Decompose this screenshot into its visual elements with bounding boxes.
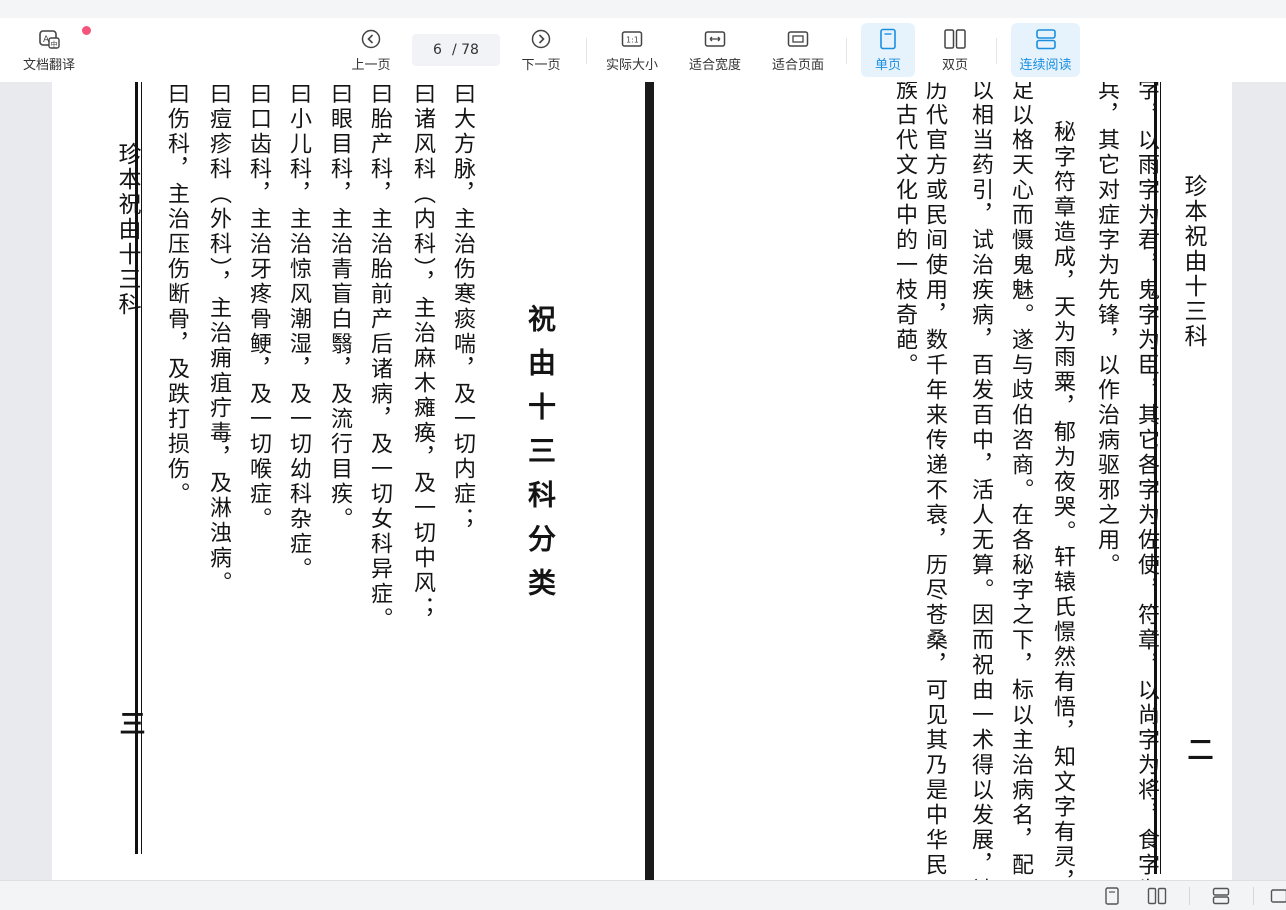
text-column: 秘字符章造成，天为雨粟，郁为夜哭。轩辕氏憬然有悟，知文字有灵， bbox=[1050, 120, 1075, 880]
fit-width-button[interactable]: 适合宽度 bbox=[681, 18, 749, 82]
next-page-button[interactable]: 下一页 bbox=[514, 18, 568, 82]
page-number: 二 bbox=[1183, 736, 1213, 762]
text-column: 曰眼目科，主治青盲白翳，及流行目疾。 bbox=[327, 82, 352, 532]
page-header: 珍本祝由十三科 bbox=[114, 142, 140, 317]
double-page-icon bbox=[943, 28, 967, 50]
double-page-button[interactable]: 双页 bbox=[928, 18, 982, 82]
left-page: 珍本祝由十三科 三 曰伤科，主治压伤断骨，及跌打损伤。 曰痘疹科（外科），主治痈… bbox=[52, 82, 648, 880]
book-gutter bbox=[645, 82, 654, 880]
continuous-icon[interactable] bbox=[1210, 885, 1232, 907]
text-column: 族古代文化中的一枝奇葩。 bbox=[892, 82, 917, 378]
svg-text:1:1: 1:1 bbox=[626, 35, 639, 44]
text-column: 曰伤科，主治压伤断骨，及跌打损伤。 bbox=[164, 82, 189, 507]
toolbar-divider bbox=[996, 38, 997, 64]
text-column: 曰小儿科，主治惊风潮湿，及一切幼科杂症。 bbox=[286, 82, 311, 582]
status-bar bbox=[0, 880, 1286, 910]
toolbar-divider bbox=[846, 38, 847, 64]
single-page-label: 单页 bbox=[874, 57, 901, 73]
svg-text:中: 中 bbox=[51, 39, 58, 48]
status-divider bbox=[1189, 887, 1190, 905]
prev-page-button[interactable]: 上一页 bbox=[344, 18, 398, 82]
fit-icon[interactable] bbox=[1268, 885, 1286, 907]
document-viewer[interactable]: 珍本祝由十三科 三 曰伤科，主治压伤断骨，及跌打损伤。 曰痘疹科（外科），主治痈… bbox=[0, 82, 1286, 880]
continuous-read-label: 连续阅读 bbox=[1019, 57, 1072, 73]
single-page-button[interactable]: 单页 bbox=[861, 23, 915, 77]
page-rule bbox=[141, 82, 142, 854]
text-column: 曰痘疹科（外科），主治痈疽疔毒，及淋浊病。 bbox=[206, 82, 231, 596]
text-column: 字，以雨字为君，鬼字为臣，其它各字为佐使，符章，以尚字为将，食字为 bbox=[1134, 82, 1159, 880]
status-divider bbox=[1253, 887, 1254, 905]
text-column: 曰胎产科，主治胎前产后诸病，及一切女科异症。 bbox=[367, 82, 392, 632]
current-page-input[interactable]: 6 bbox=[433, 42, 442, 58]
right-page: 族古代文化中的一枝奇葩。 历代官方或民间使用，数千年来传递不衰，历尽苍桑，可见其… bbox=[654, 82, 1232, 880]
single-page-icon[interactable] bbox=[1101, 885, 1123, 907]
page-number: 三 bbox=[115, 710, 145, 736]
translate-icon: A中 bbox=[38, 28, 60, 50]
text-column: 足以格天心而慑鬼魅。遂与歧伯咨商。在各秘字之下，标以主治病名，配 bbox=[1008, 82, 1033, 878]
chevron-left-circle-icon bbox=[361, 28, 381, 50]
page-header: 珍本祝由十三科 bbox=[1180, 174, 1206, 349]
prev-page-label: 上一页 bbox=[351, 57, 391, 73]
toolbar-divider bbox=[586, 38, 587, 64]
text-column: 以相当药引，试治疾病，百发百中，活人无算。因而祝由一术得以发展，被 bbox=[968, 82, 993, 880]
title-strip bbox=[0, 0, 1286, 18]
page-rule bbox=[1160, 82, 1161, 874]
actual-size-icon: 1:1 bbox=[621, 28, 643, 50]
text-column: 曰口齿科，主治牙疼骨鲠，及一切喉症。 bbox=[246, 82, 271, 532]
single-page-icon bbox=[879, 28, 897, 50]
page-number-box[interactable]: 6 / 78 bbox=[412, 34, 500, 66]
toolbar: A中 文档翻译 上一页 6 / 78 下一页 1:1 实际大小 适合宽度 适合页… bbox=[0, 18, 1286, 82]
continuous-read-icon bbox=[1035, 28, 1057, 50]
fit-width-icon bbox=[704, 28, 726, 50]
translate-button[interactable]: A中 文档翻译 bbox=[14, 18, 91, 82]
notification-dot bbox=[82, 26, 91, 35]
fit-page-icon bbox=[787, 28, 809, 50]
text-column: 兵，其它对症字为先锋，以作治病驱邪之用。 bbox=[1094, 82, 1119, 578]
fit-page-button[interactable]: 适合页面 bbox=[764, 18, 832, 82]
text-column: 曰大方脉，主治伤寒痰喘，及一切内症； bbox=[450, 82, 475, 532]
actual-size-label: 实际大小 bbox=[605, 57, 658, 73]
fit-page-label: 适合页面 bbox=[771, 57, 824, 73]
fit-width-label: 适合宽度 bbox=[688, 57, 741, 73]
actual-size-button[interactable]: 1:1 实际大小 bbox=[598, 18, 666, 82]
pdf-reader-app: A中 文档翻译 上一页 6 / 78 下一页 1:1 实际大小 适合宽度 适合页… bbox=[0, 0, 1286, 910]
double-page-label: 双页 bbox=[941, 57, 968, 73]
next-page-label: 下一页 bbox=[521, 57, 561, 73]
translate-label: 文档翻译 bbox=[22, 57, 75, 73]
total-pages: / 78 bbox=[451, 42, 479, 58]
continuous-read-button[interactable]: 连续阅读 bbox=[1011, 23, 1080, 77]
page-rule bbox=[135, 82, 138, 854]
text-column: 曰诸风科（内科），主治麻木瘫痪，及一切中风； bbox=[410, 82, 435, 621]
section-heading: 祝由十三科分类 bbox=[524, 304, 557, 612]
page-rule bbox=[1154, 82, 1157, 874]
double-page-icon[interactable] bbox=[1146, 885, 1168, 907]
chevron-right-circle-icon bbox=[531, 28, 551, 50]
text-column: 历代官方或民间使用，数千年来传递不衰，历尽苍桑，可见其乃是中华民 bbox=[922, 82, 947, 878]
